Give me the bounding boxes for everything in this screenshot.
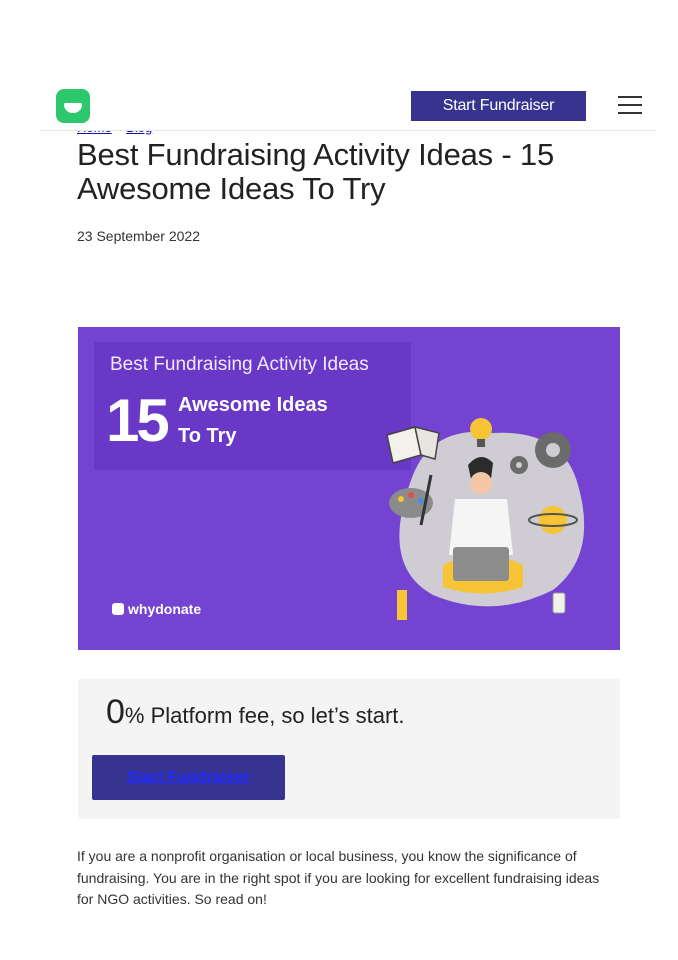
hero-heading: Best Fundraising Activity Ideas — [110, 354, 369, 375]
illustration-person-laptop — [386, 418, 585, 620]
book-icon — [386, 425, 440, 464]
brand-logo-icon — [112, 603, 124, 615]
banner-start-fundraiser-button[interactable]: Start Fundraiser — [92, 755, 285, 800]
banner-start-fundraiser-link[interactable]: Start Fundraiser — [127, 769, 251, 787]
site-header: Start Fundraiser — [40, 80, 656, 131]
hamburger-menu-icon[interactable] — [618, 96, 642, 116]
hero-brand: whydonate — [112, 601, 201, 617]
hero-subheading-1: Awesome Ideas — [178, 394, 328, 416]
post-date: 23 September 2022 — [77, 228, 200, 244]
fee-message: % Platform fee, so let’s start. — [124, 703, 405, 728]
platform-fee-text: 0 % Platform fee, so let’s start. — [106, 693, 405, 732]
page-title: Best Fundraising Activity Ideas - 15 Awe… — [77, 137, 554, 206]
hero-title-box: Best Fundraising Activity Ideas 15 Aweso… — [94, 342, 411, 470]
fee-zero: 0 — [106, 693, 125, 731]
hero-image: Best Fundraising Activity Ideas 15 Aweso… — [78, 327, 620, 650]
start-fundraiser-button[interactable]: Start Fundraiser — [411, 91, 586, 121]
platform-fee-banner: 0 % Platform fee, so let’s start. Start … — [78, 679, 620, 819]
hero-subheading-2: To Try — [178, 425, 237, 447]
hero-brand-text: whydonate — [128, 601, 202, 617]
logo-icon[interactable] — [56, 89, 90, 123]
hero-number: 15 — [106, 387, 170, 454]
intro-paragraph: If you are a nonprofit organisation or l… — [77, 848, 600, 907]
